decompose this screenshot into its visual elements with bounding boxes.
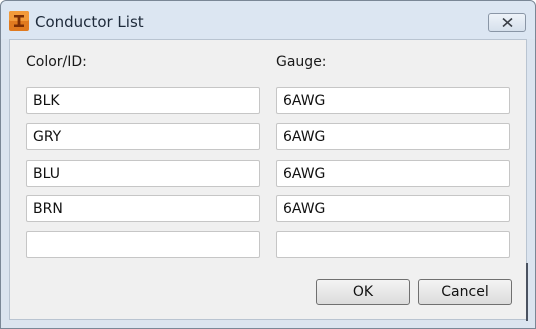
title-bar[interactable]: Conductor List xyxy=(1,1,535,39)
color-id-field-2[interactable] xyxy=(26,123,260,150)
app-i-icon xyxy=(9,11,29,31)
cancel-button[interactable]: Cancel xyxy=(418,279,512,305)
ok-button[interactable]: OK xyxy=(316,279,410,305)
dialog-body: Color/ID: Gauge: OK Cancel xyxy=(9,39,527,320)
resize-edge[interactable] xyxy=(526,263,528,321)
close-button[interactable] xyxy=(488,13,526,32)
gauge-label: Gauge: xyxy=(276,54,327,70)
color-id-field-4[interactable] xyxy=(26,195,260,222)
gauge-field-4[interactable] xyxy=(276,195,510,222)
gauge-field-5[interactable] xyxy=(276,231,510,258)
color-id-label: Color/ID: xyxy=(26,54,87,70)
color-id-field-3[interactable] xyxy=(26,160,260,187)
color-id-field-1[interactable] xyxy=(26,87,260,114)
window-title: Conductor List xyxy=(35,13,144,31)
gauge-field-2[interactable] xyxy=(276,123,510,150)
gauge-field-3[interactable] xyxy=(276,160,510,187)
conductor-list-dialog: Conductor List Color/ID: Gauge: OK Cance… xyxy=(0,0,536,329)
close-icon xyxy=(502,18,513,27)
gauge-field-1[interactable] xyxy=(276,87,510,114)
color-id-field-5[interactable] xyxy=(26,231,260,258)
